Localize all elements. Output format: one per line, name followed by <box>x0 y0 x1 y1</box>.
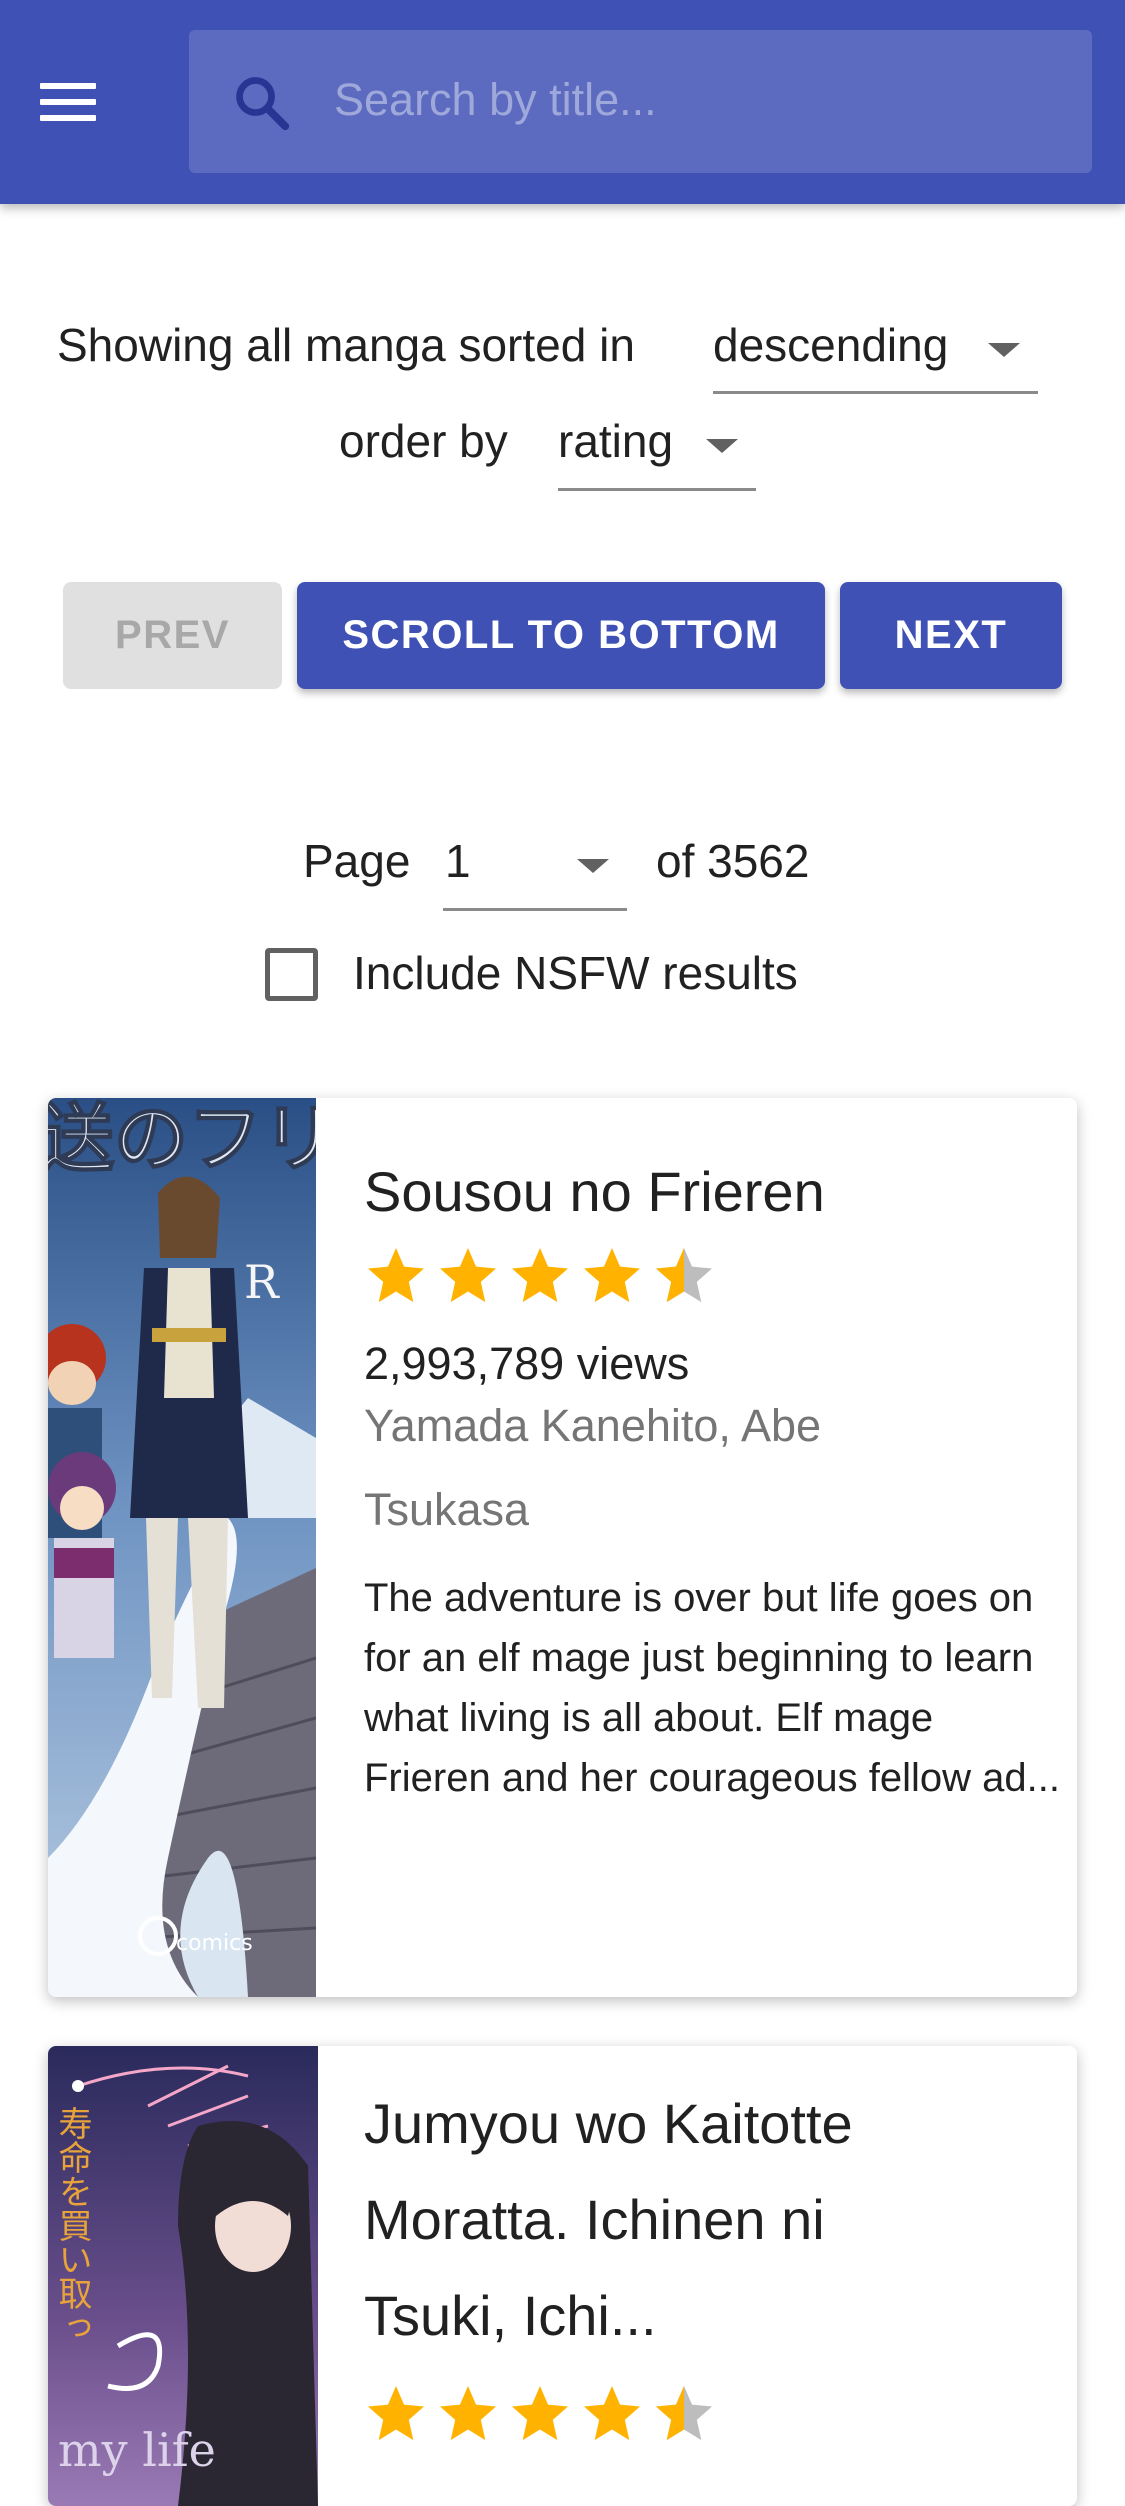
page-value: 1 <box>445 835 471 887</box>
nsfw-label: Include NSFW results <box>353 947 798 999</box>
view-count: 2,993,789 views <box>364 1338 690 1389</box>
rating-stars <box>364 2382 716 2452</box>
next-button[interactable]: NEXT <box>840 582 1062 689</box>
manga-title-line: Jumyou wo Kaitotte <box>364 2092 853 2155</box>
rating-stars <box>364 1244 716 1314</box>
prev-button[interactable]: PREV <box>63 582 282 689</box>
page-total-label: of 3562 <box>656 835 810 887</box>
chevron-down-icon <box>577 859 609 873</box>
cover-title-text: 送のフリー <box>48 1098 316 1182</box>
manga-title-line: Tsuki, Ichi... <box>364 2284 657 2347</box>
search-box[interactable] <box>189 30 1092 173</box>
sort-prefix-label: Showing all manga sorted in <box>57 319 635 371</box>
cover-bottom-text: my life <box>58 2423 216 2477</box>
sort-order-value: descending <box>713 319 949 371</box>
star-full-icon <box>512 2386 568 2441</box>
cover-r-text: R <box>244 1255 280 1309</box>
nsfw-checkbox[interactable] <box>265 948 318 1001</box>
chevron-down-icon <box>988 342 1020 357</box>
star-full-icon <box>368 1248 424 1303</box>
manga-card[interactable]: 送のフリー R comics Sousou no Frieren 2,993,7… <box>48 1098 1077 1997</box>
star-full-icon <box>440 2386 496 2441</box>
star-full-icon <box>512 1248 568 1303</box>
manga-title-line: Moratta. Ichinen ni <box>364 2188 825 2251</box>
order-by-label: order by <box>339 415 508 467</box>
star-full-icon <box>584 2386 640 2441</box>
manga-card[interactable]: 寿命を買い取っ my life Jumyou wo Kaitotte Morat… <box>48 2046 1077 2506</box>
cover-publisher-text: comics <box>176 1931 253 1956</box>
chevron-down-icon <box>706 439 738 453</box>
manga-cover-image[interactable]: 送のフリー R comics <box>48 1098 316 1997</box>
scroll-to-bottom-button[interactable]: SCROLL TO BOTTOM <box>297 582 825 689</box>
manga-title[interactable]: Sousou no Frieren <box>364 1144 825 1240</box>
star-full-icon <box>440 1248 496 1303</box>
cover-title-text: 寿命を買い取っ <box>52 2106 92 2344</box>
search-icon <box>236 77 290 131</box>
search-input[interactable] <box>334 50 1054 150</box>
star-half-icon <box>656 2386 712 2441</box>
app-bar <box>0 0 1125 204</box>
manga-description: The adventure is over but life goes on f… <box>364 1576 1060 1800</box>
authors: Yamada Kanehito, Abe Tsukasa <box>364 1384 1054 1552</box>
sort-by-value: rating <box>558 415 674 467</box>
page-label: Page <box>303 835 411 887</box>
authors-line: Tsukasa <box>364 1484 530 1535</box>
menu-icon[interactable] <box>30 70 106 134</box>
manga-cover-image[interactable]: 寿命を買い取っ my life <box>48 2046 318 2506</box>
star-full-icon <box>584 1248 640 1303</box>
authors-line: Yamada Kanehito, Abe <box>364 1400 822 1451</box>
manga-title[interactable]: Jumyou wo Kaitotte Moratta. Ichinen ni T… <box>364 2076 853 2364</box>
star-half-icon <box>656 1248 712 1303</box>
star-full-icon <box>368 2386 424 2441</box>
sort-by-select[interactable]: rating <box>558 398 756 491</box>
sort-order-select[interactable]: descending <box>713 302 1038 394</box>
page-select[interactable]: 1 <box>443 818 627 911</box>
